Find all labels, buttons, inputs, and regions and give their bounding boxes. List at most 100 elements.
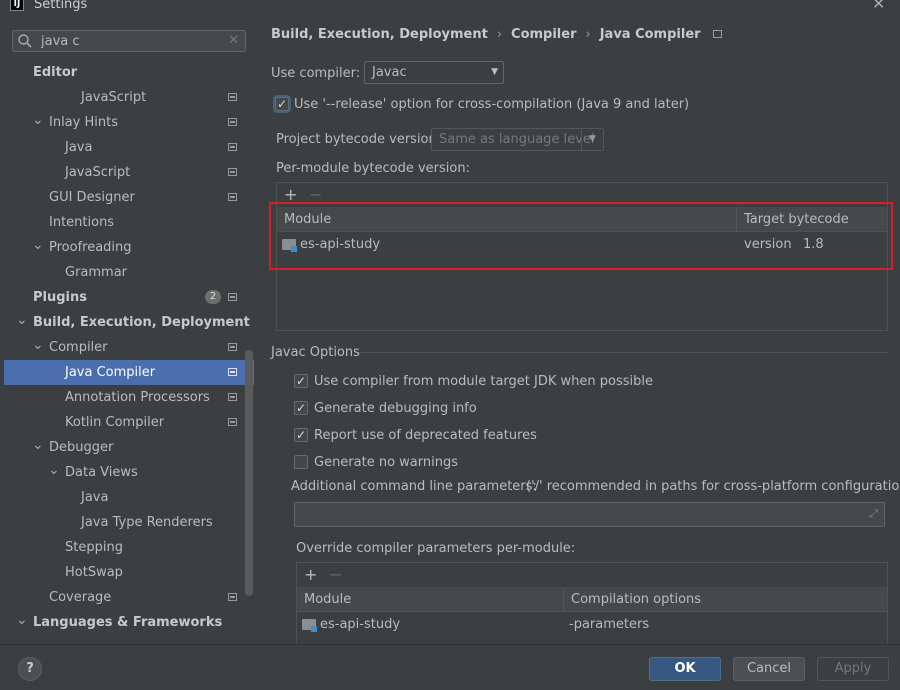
close-icon[interactable]: ✕ bbox=[872, 0, 885, 12]
sidebar-item-grammar[interactable]: Grammar bbox=[4, 260, 254, 285]
remove-override-button[interactable]: − bbox=[329, 567, 342, 583]
chevron-down-icon[interactable]: ⌄ bbox=[32, 335, 44, 355]
project-scope-icon bbox=[228, 168, 237, 176]
sidebar-item-inlay-hints[interactable]: ⌄ Inlay Hints bbox=[4, 110, 254, 135]
breadcrumb-separator-icon: › bbox=[585, 27, 591, 42]
project-scope-icon bbox=[228, 593, 237, 601]
sidebar-item-coverage[interactable]: Coverage bbox=[4, 585, 254, 610]
sidebar-item-label: Java Compiler bbox=[65, 365, 156, 380]
additional-params-label: Additional command line parameters: bbox=[291, 479, 537, 494]
sidebar-item-label: Java bbox=[65, 140, 93, 155]
option-checkbox[interactable] bbox=[294, 455, 308, 469]
settings-search[interactable]: ✕ bbox=[12, 30, 246, 52]
project-scope-icon bbox=[228, 418, 237, 426]
option-label: Generate no warnings bbox=[314, 455, 459, 470]
search-input[interactable] bbox=[41, 32, 221, 50]
override-table-panel: + − Module Compilation options es-api-st… bbox=[296, 562, 888, 644]
compiler-select-value: Javac bbox=[372, 65, 407, 80]
sidebar-item-build-execution-deployment[interactable]: ⌄ Build, Execution, Deployment bbox=[4, 310, 254, 335]
chevron-down-icon[interactable]: ⌄ bbox=[16, 610, 28, 630]
sidebar-item-java[interactable]: Java bbox=[4, 135, 254, 160]
project-scope-icon bbox=[228, 193, 237, 201]
dialog-footer: ? OK Cancel Apply bbox=[0, 644, 900, 690]
chevron-down-icon[interactable]: ⌄ bbox=[32, 435, 44, 455]
table-row[interactable]: es-api-study -parameters bbox=[297, 613, 887, 637]
project-bytecode-select[interactable]: Same as language level ▼ bbox=[431, 128, 604, 151]
sidebar-item-languages-frameworks[interactable]: ⌄ Languages & Frameworks bbox=[4, 610, 254, 635]
sidebar-item-label: Java Type Renderers bbox=[81, 515, 213, 530]
sidebar-item-java-compiler[interactable]: Java Compiler bbox=[4, 360, 254, 385]
option-label: Generate debugging info bbox=[314, 401, 477, 416]
sidebar-item-editor[interactable]: Editor bbox=[4, 60, 254, 85]
chevron-down-icon: ▼ bbox=[581, 129, 603, 150]
sidebar-item-plugins[interactable]: Plugins 2 bbox=[4, 285, 254, 310]
sidebar-item-intentions[interactable]: Intentions bbox=[4, 210, 254, 235]
module-name: es-api-study bbox=[320, 617, 401, 632]
chevron-down-icon[interactable]: ⌄ bbox=[16, 310, 28, 330]
sidebar-item-debugger[interactable]: ⌄ Debugger bbox=[4, 435, 254, 460]
sidebar-item-javascript[interactable]: JavaScript bbox=[4, 85, 254, 110]
option-checkbox[interactable] bbox=[294, 400, 308, 416]
chevron-down-icon[interactable]: ⌄ bbox=[32, 235, 44, 255]
option-label: Report use of deprecated features bbox=[314, 428, 537, 443]
chevron-down-icon[interactable]: ⌄ bbox=[32, 110, 44, 130]
option-checkbox[interactable] bbox=[294, 373, 308, 389]
sidebar-item-stepping[interactable]: Stepping bbox=[4, 535, 254, 560]
sidebar-item-label: Debugger bbox=[49, 440, 114, 455]
breadcrumb-item: Build, Execution, Deployment bbox=[271, 27, 488, 42]
highlight-annotation-box bbox=[269, 202, 893, 270]
additional-params-hint: ('/' recommended in paths for cross-plat… bbox=[526, 479, 900, 494]
additional-params-field[interactable]: ⤢ bbox=[294, 502, 885, 527]
sidebar-item-gui-designer[interactable]: GUI Designer bbox=[4, 185, 254, 210]
sidebar-item-hotswap[interactable]: HotSwap bbox=[4, 560, 254, 585]
sidebar-item-label: Proofreading bbox=[49, 240, 132, 255]
clear-search-icon[interactable]: ✕ bbox=[228, 32, 239, 50]
module-folder-icon bbox=[302, 619, 317, 632]
cancel-button[interactable]: Cancel bbox=[733, 657, 805, 681]
column-header-compilation-options[interactable]: Compilation options bbox=[563, 587, 887, 612]
sidebar-item-label: Inlay Hints bbox=[49, 115, 118, 130]
add-override-button[interactable]: + bbox=[304, 567, 317, 583]
release-option-label: Use '--release' option for cross-compila… bbox=[294, 97, 690, 112]
release-option-checkbox[interactable] bbox=[275, 96, 289, 112]
settings-tree: Editor JavaScript ⌄ Inlay Hints Java JavaScri… bbox=[4, 60, 254, 635]
sidebar-scrollbar[interactable] bbox=[245, 350, 253, 596]
sidebar-item-compiler[interactable]: ⌄ Compiler bbox=[4, 335, 254, 360]
project-bytecode-label: Project bytecode version: bbox=[276, 132, 442, 147]
sidebar-item-label: Annotation Processors bbox=[65, 390, 210, 405]
sidebar-item-proofreading[interactable]: ⌄ Proofreading bbox=[4, 235, 254, 260]
sidebar-item-annotation-processors[interactable]: Annotation Processors bbox=[4, 385, 254, 410]
sidebar-item-data-views[interactable]: ⌄ Data Views bbox=[4, 460, 254, 485]
sidebar-item-label: Data Views bbox=[65, 465, 138, 480]
help-button[interactable]: ? bbox=[18, 657, 42, 681]
sidebar-item-kotlin-compiler[interactable]: Kotlin Compiler bbox=[4, 410, 254, 435]
chevron-down-icon: ▼ bbox=[491, 67, 498, 77]
ok-button[interactable]: OK bbox=[649, 657, 721, 681]
sidebar-item-label: JavaScript bbox=[81, 90, 147, 105]
project-scope-icon bbox=[228, 368, 237, 376]
javac-options-title: Javac Options bbox=[271, 345, 360, 360]
option-checkbox[interactable] bbox=[294, 427, 308, 443]
compiler-select[interactable]: Javac ▼ bbox=[364, 61, 504, 84]
sidebar-item-label: Stepping bbox=[65, 540, 123, 555]
sidebar-item-label: Compiler bbox=[49, 340, 108, 355]
sidebar-item-label: Intentions bbox=[49, 215, 115, 230]
search-icon bbox=[18, 34, 32, 48]
sidebar-item-label: Coverage bbox=[49, 590, 112, 605]
sidebar-item-java-type-renderers[interactable]: Java Type Renderers bbox=[4, 510, 254, 535]
option-label: Use compiler from module target JDK when… bbox=[314, 374, 653, 389]
sidebar-item-javascript[interactable]: JavaScript bbox=[4, 160, 254, 185]
expand-icon[interactable]: ⤢ bbox=[869, 507, 878, 521]
sidebar-item-label: GUI Designer bbox=[49, 190, 135, 205]
apply-button[interactable]: Apply bbox=[817, 657, 889, 681]
add-module-button[interactable]: + bbox=[284, 187, 297, 203]
chevron-down-icon[interactable]: ⌄ bbox=[48, 460, 60, 480]
compilation-options-value[interactable]: -parameters bbox=[569, 613, 649, 637]
override-table-header: Module Compilation options bbox=[297, 587, 887, 612]
project-scope-icon bbox=[228, 143, 237, 151]
sidebar-item-java[interactable]: Java bbox=[4, 485, 254, 510]
sidebar-item-label: HotSwap bbox=[65, 565, 123, 580]
column-header-module[interactable]: Module bbox=[297, 587, 563, 612]
sidebar-item-label: Build, Execution, Deployment bbox=[33, 315, 250, 330]
remove-module-button[interactable]: − bbox=[309, 187, 322, 203]
